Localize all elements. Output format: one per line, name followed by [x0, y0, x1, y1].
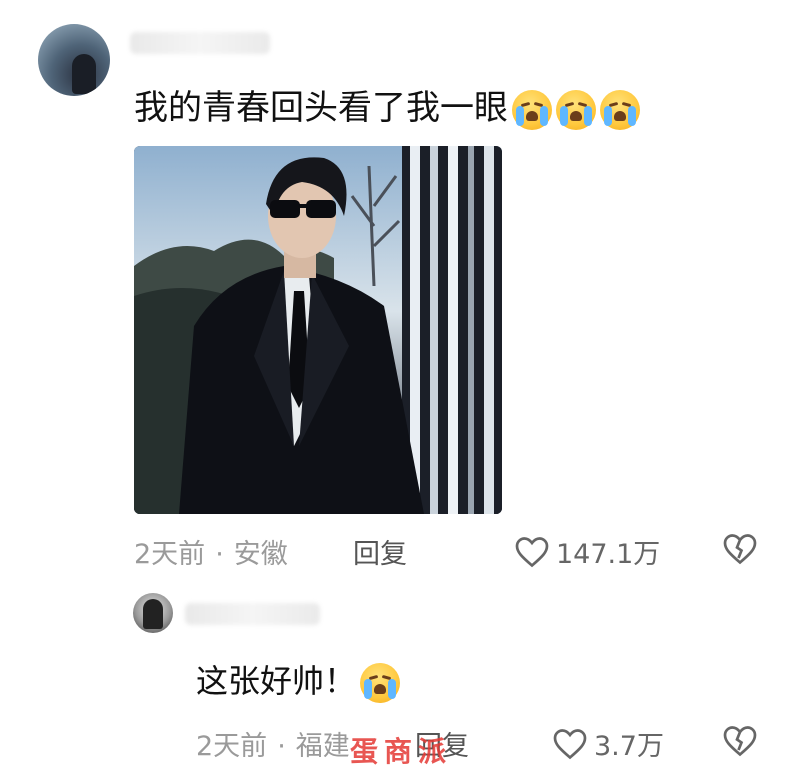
loudly-crying-face-icon: [600, 89, 640, 130]
comment-meta: 2天前 · 安徽: [134, 532, 288, 571]
meta-separator: ·: [277, 731, 286, 762]
comment-body: 我的青春回头看了我一眼: [134, 84, 640, 132]
loudly-crying-face-icon: [512, 89, 552, 130]
heart-outline-icon: [515, 536, 549, 567]
like-button[interactable]: 147.1万: [514, 532, 660, 571]
reply-meta: 2天前 · 福建: [196, 724, 350, 763]
comment-thread: 我的青春回头看了我一眼 2天前 · 安徽 回复 147.1万 这张好帅！ 2天前…: [0, 0, 800, 784]
watermark: 蛋商派: [350, 735, 453, 768]
loudly-crying-face-icon: [556, 89, 596, 130]
comment-location: 安徽: [233, 539, 288, 570]
loudly-crying-face-icon: [360, 663, 401, 703]
broken-heart-icon: [723, 534, 757, 565]
reply-location: 福建: [295, 731, 350, 762]
like-count: 147.1万: [556, 539, 661, 570]
meta-separator: ·: [215, 539, 224, 570]
commenter-avatar[interactable]: [38, 24, 110, 96]
dislike-button[interactable]: [722, 532, 758, 570]
comment-time: 2天前: [134, 539, 206, 570]
replier-avatar[interactable]: [133, 593, 173, 633]
heart-outline-icon: [553, 728, 587, 759]
reply-button[interactable]: 回复: [353, 532, 407, 571]
commenter-name-blurred[interactable]: [130, 32, 270, 54]
reply-time: 2天前: [196, 731, 268, 762]
comment-photo[interactable]: [134, 146, 502, 514]
comment-text: 我的青春回头看了我一眼: [134, 88, 508, 128]
replier-name-blurred[interactable]: [185, 603, 320, 625]
photo-man-in-suit: [134, 146, 502, 514]
broken-heart-icon: [723, 726, 757, 757]
reply-text: 这张好帅！: [196, 662, 357, 700]
reply-like-count: 3.7万: [594, 731, 664, 762]
reply-like-button[interactable]: 3.7万: [552, 724, 664, 763]
reply-dislike-button[interactable]: [722, 724, 758, 762]
reply-body: 这张好帅！: [196, 658, 401, 704]
